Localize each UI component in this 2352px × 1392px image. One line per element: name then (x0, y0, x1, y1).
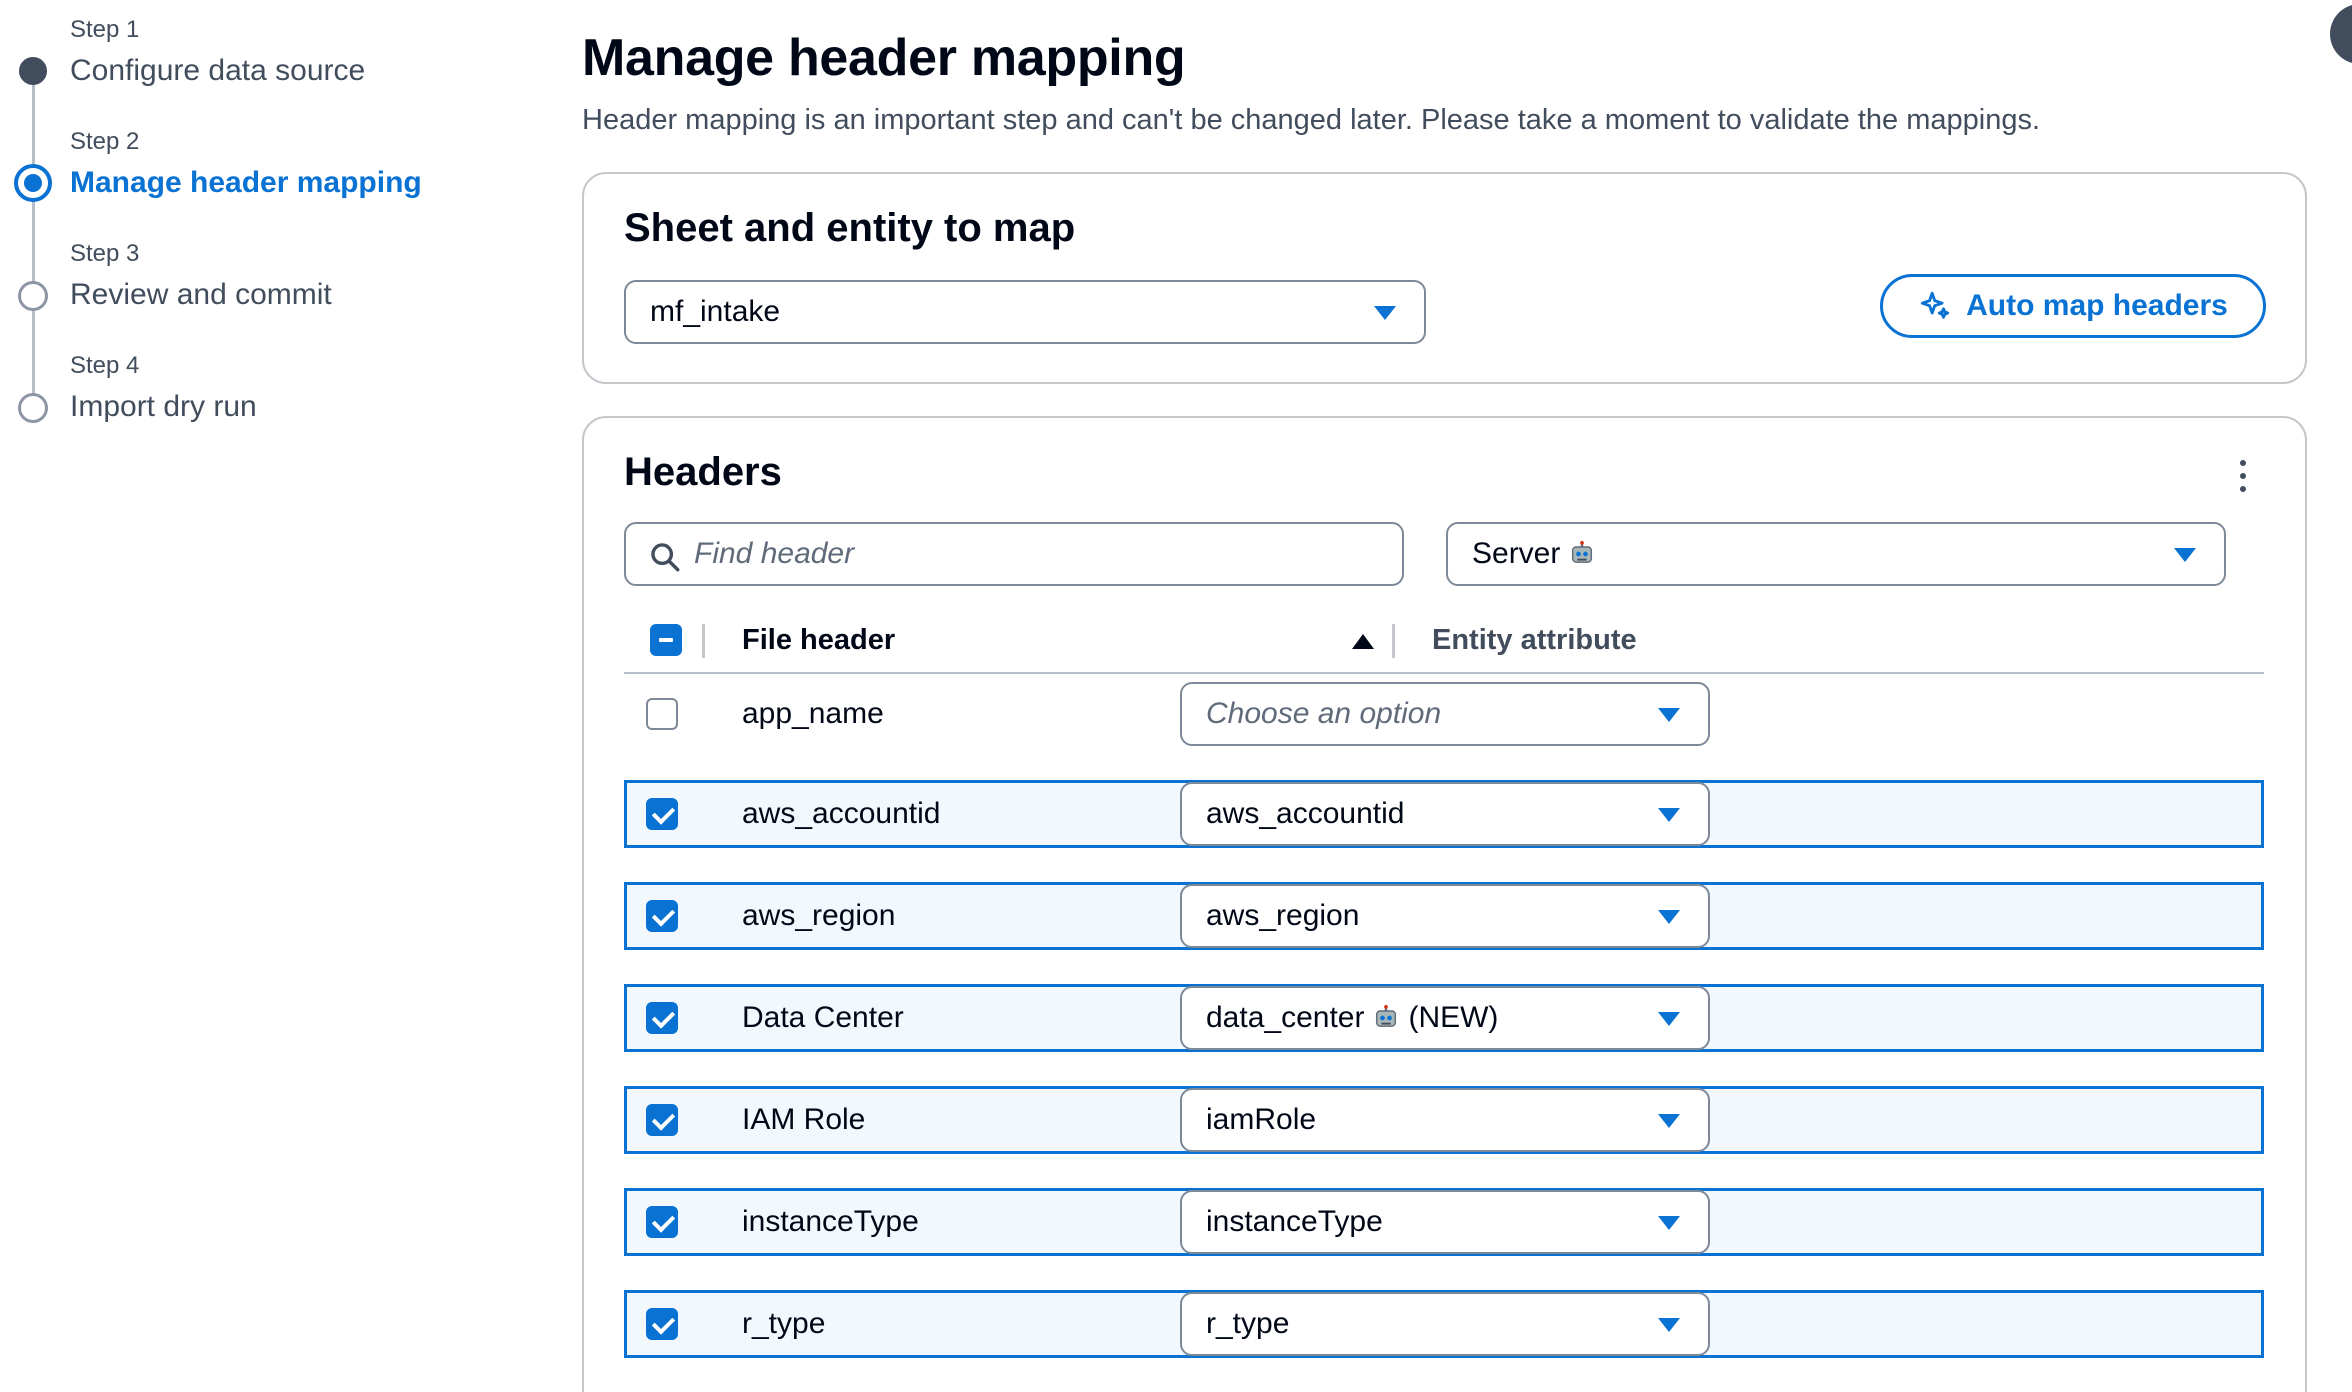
more-vertical-icon[interactable] (2228, 456, 2258, 496)
table-row: instanceType instanceType (624, 1188, 2264, 1256)
row-checkbox[interactable] (646, 1002, 678, 1034)
column-header-file-header[interactable]: File header (742, 624, 895, 657)
entity-attribute-value: iamRole (1206, 1103, 1317, 1136)
caret-down-icon (1658, 1318, 1680, 1332)
row-checkbox[interactable] (646, 1308, 678, 1340)
step-1-label: Step 1 (70, 16, 140, 43)
column-divider (1392, 624, 1395, 658)
file-header-cell: r_type (742, 1307, 826, 1340)
select-all-checkbox[interactable] (650, 624, 682, 656)
entity-attribute-value: r_type (1206, 1307, 1290, 1340)
page-description: Header mapping is an important step and … (582, 104, 2041, 136)
file-header-cell: aws_accountid (742, 797, 941, 830)
step-1-completed-icon (19, 57, 47, 85)
wizard-stepper: Step 1 Configure data source Step 2 Mana… (0, 0, 560, 460)
step-4-label: Step 4 (70, 352, 140, 379)
sheet-entity-panel: Sheet and entity to map mf_intake Auto m… (582, 172, 2307, 384)
table-header-rule (624, 672, 2264, 674)
row-checkbox[interactable] (646, 1104, 678, 1136)
table-row: aws_accountid aws_accountid (624, 780, 2264, 848)
caret-down-icon (1658, 1114, 1680, 1128)
file-header-cell: instanceType (742, 1205, 919, 1238)
step-2-current: Manage header mapping (70, 166, 422, 199)
entity-attribute-select[interactable]: aws_region (1180, 884, 1710, 948)
entity-attribute-select[interactable]: r_type (1180, 1292, 1710, 1356)
file-header-cell: app_name (742, 697, 884, 730)
step-4-title: Import dry run (70, 390, 257, 423)
robot-icon (1572, 541, 1593, 563)
entity-attribute-select[interactable]: aws_accountid (1180, 782, 1710, 846)
table-row: aws_region aws_region (624, 882, 2264, 950)
column-header-entity-attribute: Entity attribute (1432, 624, 1637, 656)
entity-attribute-select[interactable]: instanceType (1180, 1190, 1710, 1254)
caret-down-icon (1658, 910, 1680, 924)
file-header-cell: IAM Role (742, 1103, 866, 1136)
search-icon (651, 543, 680, 572)
table-row: app_name Choose an option (624, 680, 2264, 748)
user-avatar[interactable] (2330, 4, 2352, 64)
caret-down-icon (2174, 548, 2196, 562)
row-checkbox[interactable] (646, 900, 678, 932)
sheet-select-value: mf_intake (650, 295, 781, 328)
row-checkbox[interactable] (646, 798, 678, 830)
entity-attribute-select[interactable]: iamRole (1180, 1088, 1710, 1152)
step-4-pending-icon (18, 393, 48, 423)
step-3-pending-icon (18, 281, 48, 311)
sort-ascending-icon[interactable] (1352, 634, 1374, 649)
entity-attribute-value: instanceType (1206, 1205, 1383, 1238)
step-connector (32, 310, 35, 406)
entity-attribute-value: data_center (1206, 1001, 1365, 1034)
step-1-link[interactable]: Configure data source (70, 54, 365, 88)
entity-attribute-select[interactable]: data_center (NEW) (1180, 986, 1710, 1050)
caret-down-icon (1658, 1012, 1680, 1026)
page-title: Manage header mapping (582, 29, 1186, 87)
new-attribute-badge: (NEW) (1408, 1001, 1499, 1034)
table-row: r_type r_type (624, 1290, 2264, 1358)
entity-attribute-placeholder: Choose an option (1206, 697, 1442, 730)
sheet-entity-panel-title: Sheet and entity to map (624, 206, 1076, 250)
find-header-input[interactable] (694, 537, 1402, 571)
step-3-title: Review and commit (70, 278, 332, 311)
entity-attribute-select[interactable]: Choose an option (1180, 682, 1710, 746)
step-connector (32, 200, 35, 292)
caret-down-icon (1658, 1216, 1680, 1230)
headers-panel-title: Headers (624, 450, 782, 494)
file-header-cell: Data Center (742, 1001, 904, 1034)
step-2-current-icon (14, 164, 52, 202)
caret-down-icon (1374, 306, 1396, 320)
auto-map-headers-label: Auto map headers (1966, 289, 2228, 322)
file-header-cell: aws_region (742, 899, 896, 932)
auto-map-headers-button[interactable]: Auto map headers (1880, 274, 2266, 338)
entity-attribute-value: aws_accountid (1206, 797, 1405, 830)
table-row: Data Center data_center (NEW) (624, 984, 2264, 1052)
sparkle-icon (1920, 291, 1950, 319)
entity-attribute-value: aws_region (1206, 899, 1360, 932)
headers-panel: Headers Server File header Entity attrib… (582, 416, 2307, 1392)
step-3-label: Step 3 (70, 240, 140, 267)
step-2-label: Step 2 (70, 128, 140, 155)
find-header-search[interactable] (624, 522, 1404, 586)
caret-down-icon (1658, 808, 1680, 822)
caret-down-icon (1658, 708, 1680, 722)
robot-icon (1376, 1005, 1397, 1027)
sheet-select[interactable]: mf_intake (624, 280, 1426, 344)
entity-select-value: Server (1472, 537, 1561, 570)
table-row: IAM Role iamRole (624, 1086, 2264, 1154)
column-divider (702, 624, 705, 658)
row-checkbox[interactable] (646, 698, 678, 730)
entity-select[interactable]: Server (1446, 522, 2226, 586)
row-checkbox[interactable] (646, 1206, 678, 1238)
